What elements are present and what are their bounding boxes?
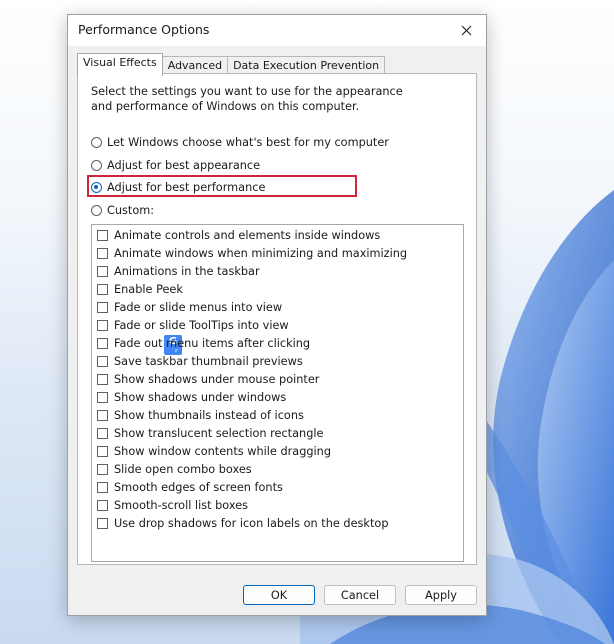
checkbox[interactable] xyxy=(97,283,108,295)
effect-label: Fade out menu items after clicking xyxy=(114,336,311,350)
checkbox[interactable] xyxy=(97,355,108,367)
close-icon xyxy=(461,25,471,36)
effect-option[interactable]: Show thumbnails instead of icons xyxy=(97,407,304,423)
visual-effects-list[interactable]: G Animate controls and elements inside w… xyxy=(91,224,464,562)
checkbox[interactable] xyxy=(97,391,108,403)
radio-button[interactable] xyxy=(91,136,102,148)
effect-label: Save taskbar thumbnail previews xyxy=(114,354,303,368)
effect-label: Enable Peek xyxy=(114,282,183,296)
effect-label: Use drop shadows for icon labels on the … xyxy=(114,516,389,530)
effect-option[interactable]: Fade out menu items after clicking xyxy=(97,335,310,351)
settings-description: Select the settings you want to use for … xyxy=(91,85,403,113)
radio-custom[interactable]: Custom: xyxy=(91,202,154,218)
effect-label: Smooth edges of screen fonts xyxy=(114,480,283,494)
effect-label: Show shadows under windows xyxy=(114,390,287,404)
checkbox[interactable] xyxy=(97,517,108,529)
checkbox[interactable] xyxy=(97,499,108,511)
effect-option[interactable]: Animations in the taskbar xyxy=(97,263,260,279)
effect-option[interactable]: Show shadows under mouse pointer xyxy=(97,371,319,387)
effect-option[interactable]: Animate controls and elements inside win… xyxy=(97,227,380,243)
checkbox[interactable] xyxy=(97,265,108,277)
effect-label: Animations in the taskbar xyxy=(114,264,260,278)
checkbox[interactable] xyxy=(97,337,108,349)
radio-label: Custom: xyxy=(107,203,155,217)
effect-label: Animate controls and elements inside win… xyxy=(114,228,381,242)
checkbox[interactable] xyxy=(97,445,108,457)
checkbox[interactable] xyxy=(97,247,108,259)
effect-label: Show translucent selection rectangle xyxy=(114,426,324,440)
tab-visual-effects[interactable]: Visual Effects xyxy=(77,53,163,76)
radio-best-appearance[interactable]: Adjust for best appearance xyxy=(91,157,260,173)
title-bar[interactable]: Performance Options xyxy=(68,15,486,46)
radio-button-selected[interactable] xyxy=(91,181,102,193)
apply-button[interactable]: Apply xyxy=(405,585,477,605)
effect-option[interactable]: Animate windows when minimizing and maxi… xyxy=(97,245,407,261)
checkbox[interactable] xyxy=(97,301,108,313)
effect-option[interactable]: Show shadows under windows xyxy=(97,389,286,405)
effect-label: Show window contents while dragging xyxy=(114,444,332,458)
radio-label: Adjust for best appearance xyxy=(107,158,261,172)
effect-label: Slide open combo boxes xyxy=(114,462,252,476)
checkbox[interactable] xyxy=(97,229,108,241)
visual-effects-panel: Select the settings you want to use for … xyxy=(77,73,477,565)
effect-label: Fade or slide ToolTips into view xyxy=(114,318,289,332)
effect-option[interactable]: Fade or slide ToolTips into view xyxy=(97,317,289,333)
radio-label: Let Windows choose what's best for my co… xyxy=(107,135,389,149)
effect-option[interactable]: Smooth edges of screen fonts xyxy=(97,479,283,495)
checkbox[interactable] xyxy=(97,373,108,385)
effect-option[interactable]: Show window contents while dragging xyxy=(97,443,331,459)
radio-best-performance[interactable]: Adjust for best performance xyxy=(91,179,265,195)
effect-label: Fade or slide menus into view xyxy=(114,300,283,314)
radio-let-windows-choose[interactable]: Let Windows choose what's best for my co… xyxy=(91,134,389,150)
effect-option[interactable]: Save taskbar thumbnail previews xyxy=(97,353,303,369)
effect-label: Smooth-scroll list boxes xyxy=(114,498,249,512)
checkbox[interactable] xyxy=(97,427,108,439)
tab-strip: Visual Effects Advanced Data Execution P… xyxy=(77,53,386,76)
checkbox[interactable] xyxy=(97,481,108,493)
effect-label: Animate windows when minimizing and maxi… xyxy=(114,246,408,260)
effect-option[interactable]: Smooth-scroll list boxes xyxy=(97,497,248,513)
effect-option[interactable]: Show translucent selection rectangle xyxy=(97,425,323,441)
ok-button[interactable]: OK xyxy=(243,585,315,605)
radio-label: Adjust for best performance xyxy=(107,180,266,194)
checkbox[interactable] xyxy=(97,463,108,475)
checkbox[interactable] xyxy=(97,409,108,421)
effect-label: Show thumbnails instead of icons xyxy=(114,408,304,422)
effect-option[interactable]: Fade or slide menus into view xyxy=(97,299,282,315)
effect-option[interactable]: Slide open combo boxes xyxy=(97,461,252,477)
checkbox[interactable] xyxy=(97,319,108,331)
effect-label: Show shadows under mouse pointer xyxy=(114,372,320,386)
effect-option[interactable]: Use drop shadows for icon labels on the … xyxy=(97,515,389,531)
close-button[interactable] xyxy=(446,15,486,46)
dialog-buttons: OK Cancel Apply xyxy=(68,585,486,607)
effect-option[interactable]: Enable Peek xyxy=(97,281,183,297)
radio-button[interactable] xyxy=(91,204,102,216)
window-title: Performance Options xyxy=(78,22,210,37)
performance-options-dialog: Performance Options Visual Effects Advan… xyxy=(67,14,487,616)
cancel-button[interactable]: Cancel xyxy=(324,585,396,605)
radio-button[interactable] xyxy=(91,159,102,171)
